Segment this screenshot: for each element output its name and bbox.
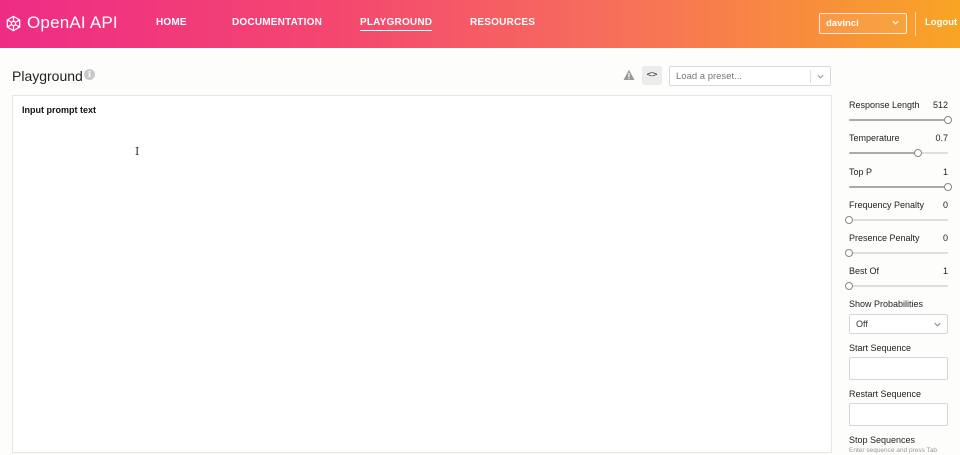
stop-sequences-hint: Enter sequence and press Tab bbox=[849, 447, 938, 454]
restart-sequence-input[interactable] bbox=[849, 403, 948, 426]
info-icon[interactable]: i bbox=[84, 69, 95, 80]
temperature-label: Temperature bbox=[849, 133, 900, 143]
preset-placeholder: Load a preset... bbox=[676, 71, 743, 82]
logo-text: OpenAI API bbox=[27, 13, 118, 32]
presence-penalty-value: 0 bbox=[942, 233, 948, 243]
openai-logo[interactable]: OpenAI API bbox=[4, 13, 118, 33]
openai-icon bbox=[6, 15, 21, 31]
response-length-value: 512 bbox=[932, 100, 948, 110]
start-sequence-label: Start Sequence bbox=[849, 343, 912, 353]
page-title: Playground bbox=[12, 68, 83, 84]
chevron-down-icon bbox=[892, 20, 899, 25]
show-probabilities-label: Show Probabilities bbox=[849, 299, 924, 309]
engine-select[interactable]: davinci bbox=[819, 13, 907, 34]
slider-thumb[interactable] bbox=[845, 216, 853, 224]
response-length-label: Response Length bbox=[849, 100, 920, 110]
engine-value: davinci bbox=[826, 18, 859, 29]
top-p-value: 1 bbox=[942, 167, 948, 177]
header-divider bbox=[915, 12, 916, 36]
slider-thumb[interactable] bbox=[914, 149, 923, 157]
best-of-value: 1 bbox=[942, 266, 948, 276]
start-sequence-input[interactable] bbox=[849, 357, 948, 380]
chevron-down-icon bbox=[934, 322, 941, 327]
best-of-label: Best Of bbox=[849, 266, 880, 276]
load-preset-select[interactable]: Load a preset... bbox=[669, 66, 831, 86]
top-p-slider[interactable] bbox=[849, 183, 952, 191]
restart-sequence-label: Restart Sequence bbox=[849, 389, 922, 399]
slider-thumb[interactable] bbox=[944, 116, 952, 124]
presence-penalty-slider[interactable] bbox=[845, 249, 948, 257]
temperature-value: 0.7 bbox=[935, 133, 948, 143]
slider-fill bbox=[849, 152, 919, 154]
slider-fill bbox=[849, 119, 948, 121]
slider-thumb[interactable] bbox=[944, 183, 952, 191]
nav-documentation[interactable]: DOCUMENTATION bbox=[232, 17, 322, 28]
nav-resources[interactable]: RESOURCES bbox=[470, 17, 535, 28]
prompt-textarea[interactable]: Input prompt text I bbox=[12, 95, 832, 453]
logout-link[interactable]: Logout bbox=[925, 17, 957, 28]
temperature-slider[interactable] bbox=[849, 149, 948, 157]
nav-home[interactable]: HOME bbox=[156, 17, 187, 28]
prompt-text: Input prompt text bbox=[22, 105, 96, 115]
frequency-penalty-label: Frequency Penalty bbox=[849, 200, 925, 210]
show-probabilities-value: Off bbox=[856, 319, 868, 329]
text-cursor-icon: I bbox=[135, 145, 140, 158]
view-code-button[interactable]: <> bbox=[642, 66, 662, 85]
stop-sequences-label: Stop Sequences bbox=[849, 435, 916, 445]
frequency-penalty-value: 0 bbox=[942, 200, 948, 210]
slider-thumb[interactable] bbox=[845, 249, 853, 257]
best-of-slider[interactable] bbox=[845, 282, 948, 290]
top-navigation-bar: OpenAI API HOME DOCUMENTATION PLAYGROUND… bbox=[0, 0, 960, 48]
slider-fill bbox=[849, 186, 948, 188]
nav-playground[interactable]: PLAYGROUND bbox=[360, 17, 433, 31]
warning-icon[interactable] bbox=[623, 69, 635, 81]
chevron-down-icon bbox=[817, 74, 824, 79]
top-p-label: Top P bbox=[849, 167, 873, 177]
response-length-slider[interactable] bbox=[849, 116, 952, 124]
slider-thumb[interactable] bbox=[845, 282, 853, 290]
show-probabilities-select[interactable]: Off bbox=[849, 314, 948, 334]
presence-penalty-label: Presence Penalty bbox=[849, 233, 920, 243]
preset-divider bbox=[810, 70, 811, 83]
frequency-penalty-slider[interactable] bbox=[845, 216, 948, 224]
